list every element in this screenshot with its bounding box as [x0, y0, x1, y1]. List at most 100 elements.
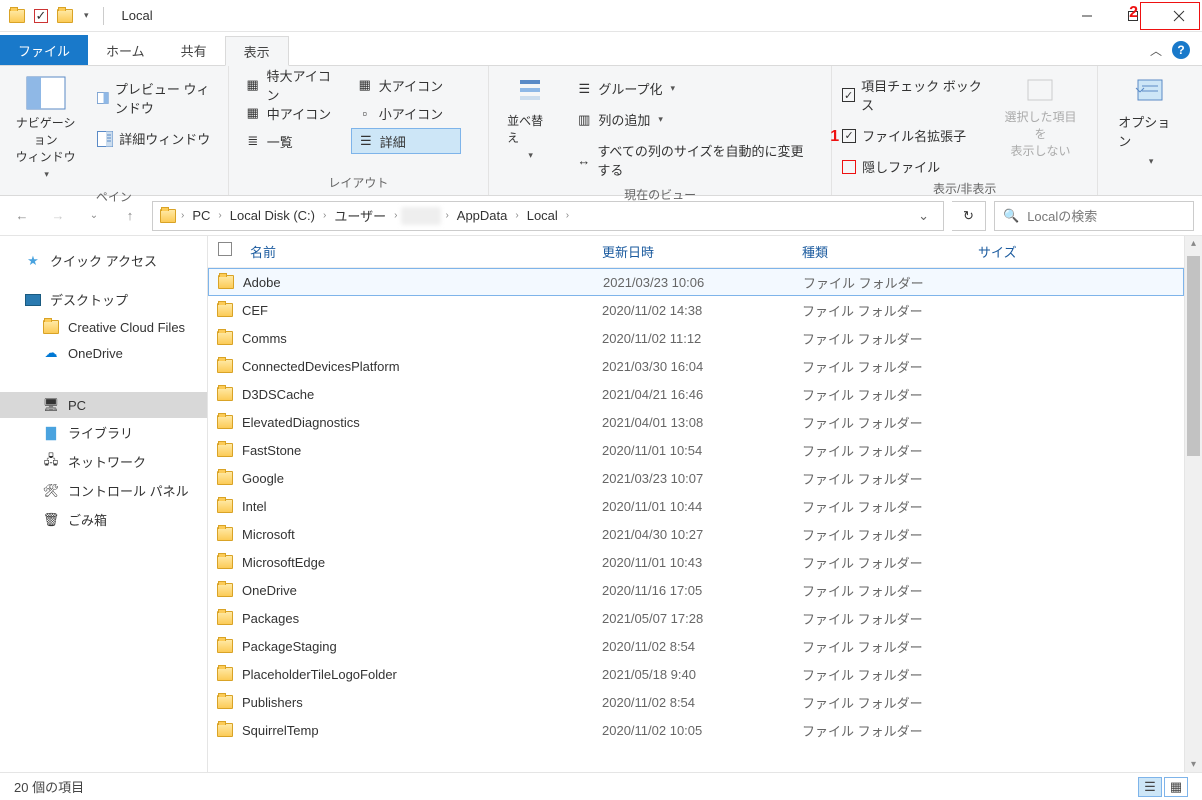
column-size[interactable]: サイズ: [978, 242, 1098, 261]
navigation-tree[interactable]: ★クイック アクセス デスクトップ Creative Cloud Files ☁…: [0, 236, 208, 772]
table-row[interactable]: Intel2020/11/01 10:44ファイル フォルダー: [208, 492, 1184, 520]
table-row[interactable]: Microsoft2021/04/30 10:27ファイル フォルダー: [208, 520, 1184, 548]
table-row[interactable]: PlaceholderTileLogoFolder2021/05/18 9:40…: [208, 660, 1184, 688]
close-button[interactable]: [1156, 0, 1202, 32]
item-checkboxes-toggle[interactable]: ✓項目チェック ボックス: [842, 76, 984, 114]
tab-share[interactable]: 共有: [163, 35, 225, 65]
crumb-c[interactable]: Local Disk (C:): [226, 208, 319, 223]
address-dropdown-icon[interactable]: ⌄: [910, 208, 937, 224]
search-placeholder: Localの検索: [1027, 206, 1097, 225]
tree-recycle[interactable]: 🗑ごみ箱: [0, 505, 207, 534]
table-row[interactable]: ConnectedDevicesPlatform2021/03/30 16:04…: [208, 352, 1184, 380]
folder-icon: [217, 303, 233, 317]
tree-user-redacted[interactable]: 👤xxxx: [0, 366, 207, 392]
cell-date: 2020/11/02 14:38: [602, 303, 802, 318]
layout-gallery[interactable]: ▦特大アイコン ▦大アイコン ▦中アイコン ▫小アイコン ≣一覧 ☰詳細: [239, 72, 461, 154]
cell-name: D3DSCache: [242, 387, 602, 402]
details-pane-icon: [97, 131, 113, 147]
vertical-scrollbar[interactable]: ▴ ▾: [1184, 236, 1202, 772]
tree-control-panel[interactable]: 🛠コントロール パネル: [0, 476, 207, 505]
up-button[interactable]: ↑: [116, 202, 144, 230]
layout-small[interactable]: ▫小アイコン: [351, 100, 461, 126]
annotation-1: 1: [830, 128, 839, 146]
cell-date: 2020/11/01 10:44: [602, 499, 802, 514]
folder-icon: [217, 415, 233, 429]
table-row[interactable]: Adobe2021/03/23 10:06ファイル フォルダー: [208, 268, 1184, 296]
details-pane-button[interactable]: 詳細ウィンドウ: [91, 126, 218, 151]
tree-desktop[interactable]: デスクトップ: [0, 285, 207, 314]
crumb-username-redacted[interactable]: xxx: [401, 207, 441, 225]
add-columns-button[interactable]: ▥列の追加▾: [570, 107, 821, 132]
refresh-button[interactable]: ↻: [952, 201, 986, 231]
group-by-button[interactable]: ☰グループ化▾: [570, 76, 821, 101]
tab-home[interactable]: ホーム: [88, 35, 163, 65]
table-row[interactable]: FastStone2020/11/01 10:54ファイル フォルダー: [208, 436, 1184, 464]
file-list[interactable]: 名前 更新日時 種類 サイズ Adobe2021/03/23 10:06ファイル…: [208, 236, 1184, 772]
tree-libraries[interactable]: ▇ライブラリ: [0, 418, 207, 447]
back-button[interactable]: ←: [8, 202, 36, 230]
table-row[interactable]: OneDrive2020/11/16 17:05ファイル フォルダー: [208, 576, 1184, 604]
tree-blurred-1[interactable]: ▫xxxxxxx: [0, 534, 207, 560]
crumb-local[interactable]: Local: [523, 208, 562, 223]
view-icons-toggle[interactable]: ▦: [1164, 777, 1188, 797]
table-row[interactable]: Publishers2020/11/02 8:54ファイル フォルダー: [208, 688, 1184, 716]
forward-button[interactable]: →: [44, 202, 72, 230]
sort-button[interactable]: 並べ替え ▾: [499, 72, 560, 165]
table-row[interactable]: Packages2021/05/07 17:28ファイル フォルダー: [208, 604, 1184, 632]
qat-dropdown-icon[interactable]: ▾: [84, 10, 89, 21]
tree-quick-access[interactable]: ★クイック アクセス: [0, 246, 207, 275]
layout-medium[interactable]: ▦中アイコン: [239, 100, 349, 126]
hidden-files-toggle[interactable]: 隠しファイル: [842, 157, 984, 176]
table-row[interactable]: SquirrelTemp2020/11/02 10:05ファイル フォルダー: [208, 716, 1184, 744]
crumb-pc[interactable]: PC: [188, 208, 214, 223]
table-row[interactable]: CEF2020/11/02 14:38ファイル フォルダー: [208, 296, 1184, 324]
tree-blurred-3[interactable]: ▫xxxxxxxxxx: [0, 586, 207, 612]
qat-properties-icon[interactable]: ✓: [34, 9, 48, 23]
crumb-users[interactable]: ユーザー: [330, 206, 390, 225]
qat-newfolder-icon[interactable]: [56, 7, 74, 25]
layout-large[interactable]: ▦大アイコン: [351, 72, 461, 98]
table-row[interactable]: Comms2020/11/02 11:12ファイル フォルダー: [208, 324, 1184, 352]
tab-file[interactable]: ファイル: [0, 35, 88, 65]
tab-view[interactable]: 表示: [225, 36, 289, 66]
layout-details[interactable]: ☰詳細: [351, 128, 461, 154]
search-box[interactable]: 🔍 Localの検索: [994, 201, 1194, 231]
cell-date: 2021/04/30 10:27: [602, 527, 802, 542]
crumb-appdata[interactable]: AppData: [453, 208, 512, 223]
cell-name: SquirrelTemp: [242, 723, 602, 738]
address-bar[interactable]: › PC› Local Disk (C:)› ユーザー› xxx› AppDat…: [152, 201, 944, 231]
minimize-button[interactable]: [1064, 0, 1110, 32]
table-row[interactable]: ElevatedDiagnostics2021/04/01 13:08ファイル …: [208, 408, 1184, 436]
layout-extra-large[interactable]: ▦特大アイコン: [239, 72, 349, 98]
size-all-columns-button[interactable]: ↔すべての列のサイズを自動的に変更する: [570, 138, 821, 182]
recent-locations-button[interactable]: ⌄: [80, 202, 108, 230]
scrollbar-thumb[interactable]: [1187, 256, 1200, 456]
table-row[interactable]: MicrosoftEdge2020/11/01 10:43ファイル フォルダー: [208, 548, 1184, 576]
view-details-toggle[interactable]: ☰: [1138, 777, 1162, 797]
options-button[interactable]: オプション ▾: [1108, 72, 1192, 173]
table-row[interactable]: Google2021/03/23 10:07ファイル フォルダー: [208, 464, 1184, 492]
navigation-pane-button[interactable]: ナビゲーション ウィンドウ ▾: [10, 72, 81, 184]
tree-creative-cloud[interactable]: Creative Cloud Files: [0, 314, 207, 340]
table-row[interactable]: PackageStaging2020/11/02 8:54ファイル フォルダー: [208, 632, 1184, 660]
collapse-ribbon-icon[interactable]: ︿: [1150, 42, 1162, 59]
tree-blurred-2[interactable]: ▫xxx: [0, 560, 207, 586]
select-all-checkbox[interactable]: [218, 242, 232, 256]
tree-network[interactable]: 🖧ネットワーク: [0, 447, 207, 476]
file-extensions-toggle[interactable]: ✓ファイル名拡張子: [842, 126, 984, 145]
column-name[interactable]: 名前: [242, 242, 602, 261]
folder-icon: [217, 555, 233, 569]
column-type[interactable]: 種類: [802, 242, 978, 261]
cell-name: Comms: [242, 331, 602, 346]
tree-onedrive[interactable]: ☁OneDrive: [0, 340, 207, 366]
preview-pane-button[interactable]: プレビュー ウィンドウ: [91, 76, 218, 120]
folder-icon: [217, 387, 233, 401]
help-icon[interactable]: ?: [1172, 41, 1190, 59]
layout-list[interactable]: ≣一覧: [239, 128, 349, 154]
extra-large-icon: ▦: [245, 77, 261, 93]
tree-pc[interactable]: 🖥PC: [0, 392, 207, 418]
column-date[interactable]: 更新日時: [602, 242, 802, 261]
creative-cloud-icon: [42, 319, 60, 335]
table-row[interactable]: D3DSCache2021/04/21 16:46ファイル フォルダー: [208, 380, 1184, 408]
column-headers[interactable]: 名前 更新日時 種類 サイズ: [208, 236, 1184, 268]
